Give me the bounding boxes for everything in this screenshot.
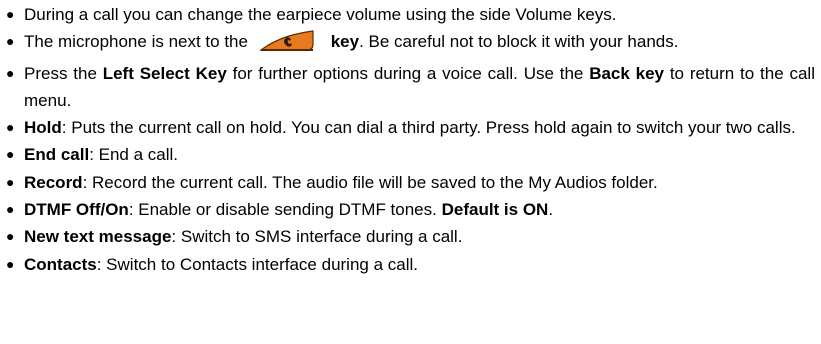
bullet-icon: ●	[6, 201, 15, 218]
term-end-call: End call	[24, 145, 90, 165]
back-key-term: Back key	[589, 63, 665, 83]
list-item: ● New text message: Switch to SMS interf…	[0, 223, 821, 250]
list-item: ● End call: End a call.	[0, 141, 821, 168]
item-text: for further options during a voice call.…	[226, 63, 590, 83]
item-text: : Enable or disable sending DTMF tones.	[128, 200, 442, 220]
item-text: : End a call.	[89, 145, 179, 165]
options-list: ● During a call you can change the earpi…	[0, 1, 821, 278]
call-key-icon	[258, 29, 315, 59]
term-new-text-message: New text message	[24, 227, 172, 247]
term-record: Record	[24, 172, 83, 192]
bullet-icon: ●	[6, 255, 15, 272]
item-text: .	[548, 200, 554, 220]
list-item: ● Hold: Puts the current call on hold. Y…	[0, 114, 821, 141]
bullet-icon: ●	[6, 6, 15, 22]
item-text: : Puts the current call on hold. You can…	[61, 118, 796, 138]
item-text: : Record the current call. The audio fil…	[82, 172, 658, 192]
list-item: ● Press the Left Select Key for further …	[0, 60, 821, 115]
default-note: Default is ON	[441, 200, 549, 220]
item-text: . Be careful not to block it with your h…	[359, 32, 679, 52]
bullet-icon: ●	[6, 64, 15, 81]
bullet-icon: ●	[6, 119, 15, 136]
item-text: Press the	[24, 63, 103, 83]
document-body: ● During a call you can change the earpi…	[0, 1, 821, 278]
bullet-icon: ●	[6, 173, 15, 190]
item-text: During a call you can change the earpiec…	[24, 5, 617, 24]
list-item: ● Record: Record the current call. The a…	[0, 169, 821, 196]
list-item: ● Contacts: Switch to Contacts interface…	[0, 251, 821, 278]
term-contacts: Contacts	[24, 254, 97, 274]
term-dtmf: DTMF Off/On	[24, 200, 129, 220]
bullet-icon: ●	[6, 228, 15, 245]
item-text: : Switch to Contacts interface during a …	[96, 254, 418, 274]
list-item: ● DTMF Off/On: Enable or disable sending…	[0, 196, 821, 223]
bullet-icon: ●	[6, 146, 15, 163]
item-text: The microphone is next to the	[24, 32, 253, 52]
left-select-key-term: Left Select Key	[102, 63, 227, 83]
list-item: ● During a call you can change the earpi…	[0, 1, 821, 28]
item-text: : Switch to SMS interface during a call.	[171, 227, 463, 247]
list-item: ● The microphone is next to the key. Be …	[0, 28, 821, 59]
bullet-icon: ●	[6, 33, 15, 50]
term-hold: Hold	[24, 118, 62, 138]
key-label: key	[330, 32, 360, 52]
